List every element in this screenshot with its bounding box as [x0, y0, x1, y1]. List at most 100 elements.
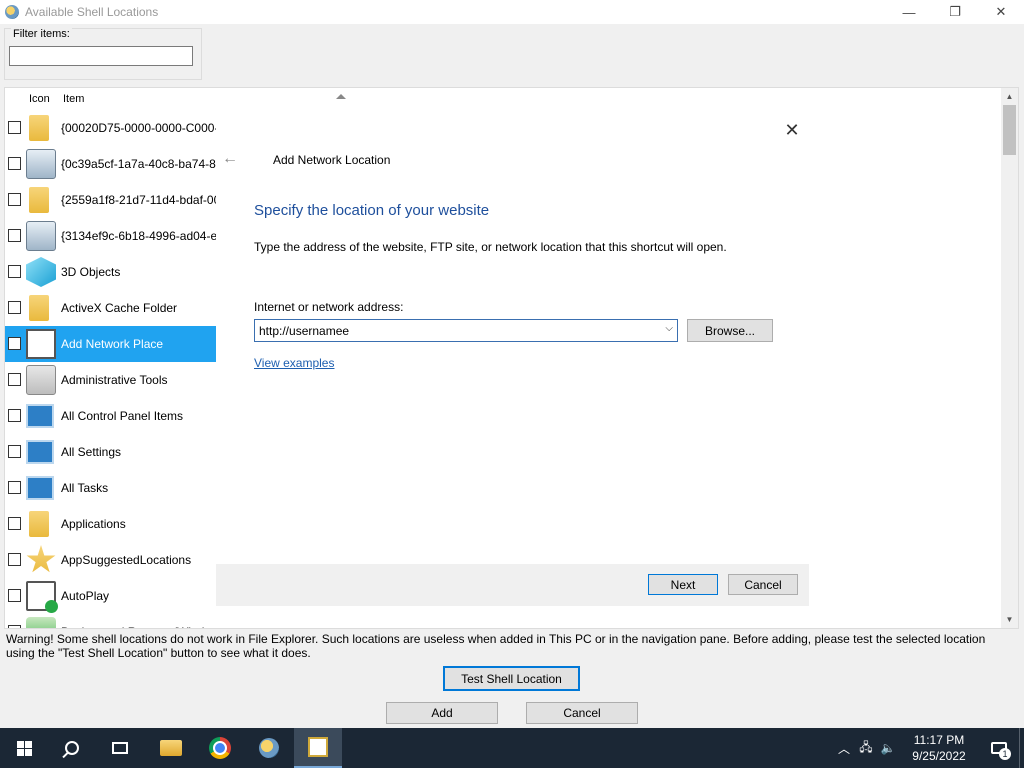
- add-network-location-dialog: ✕ ← Add Network Location Specify the loc…: [216, 108, 809, 606]
- back-arrow-icon[interactable]: ←: [222, 150, 238, 168]
- column-header-item[interactable]: Item: [63, 93, 84, 105]
- title-bar: Available Shell Locations — ❐ ✕: [0, 0, 1024, 24]
- chrome-button[interactable]: [196, 728, 244, 768]
- list-item[interactable]: AutoPlay: [5, 578, 216, 614]
- scroll-down-icon[interactable]: ▼: [1001, 611, 1018, 628]
- column-header-icon[interactable]: Icon: [29, 93, 50, 105]
- list-item-label: All Tasks: [61, 481, 109, 495]
- task-view-icon: [112, 742, 128, 754]
- list-item[interactable]: {2559a1f8-21d7-11d4-bdaf-00c0: [5, 182, 216, 218]
- row-checkbox[interactable]: [8, 445, 21, 458]
- network-place-icon: [26, 329, 56, 359]
- cancel-button[interactable]: Cancel: [526, 702, 638, 724]
- list-item[interactable]: All Control Panel Items: [5, 398, 216, 434]
- list-item-label: Applications: [61, 517, 126, 531]
- vertical-scrollbar[interactable]: ▲ ▼: [1001, 88, 1018, 628]
- clock[interactable]: 11:17 PM 9/25/2022: [899, 732, 979, 764]
- window-controls: — ❐ ✕: [886, 0, 1024, 24]
- dialog-footer: Next Cancel: [216, 564, 809, 606]
- task-view-button[interactable]: [96, 728, 144, 768]
- dialog-cancel-button[interactable]: Cancel: [728, 574, 798, 595]
- dialog-heading: Specify the location of your website: [254, 202, 490, 219]
- computer-icon: [26, 149, 56, 179]
- row-checkbox[interactable]: [8, 337, 21, 350]
- list-item-label: {3134ef9c-6b18-4996-ad04-ed59: [61, 229, 216, 243]
- taskbar: ︿ 🖧 🔈 11:17 PM 9/25/2022 1: [0, 728, 1024, 768]
- window-title: Available Shell Locations: [25, 5, 159, 19]
- list-item-label: Add Network Place: [61, 337, 164, 351]
- row-checkbox[interactable]: [8, 373, 21, 386]
- row-checkbox[interactable]: [8, 589, 21, 602]
- list-item[interactable]: Add Network Place: [5, 326, 216, 362]
- filter-input[interactable]: [9, 46, 193, 66]
- add-button[interactable]: Add: [386, 702, 498, 724]
- list-item-label: {00020D75-0000-0000-C000-000: [61, 121, 216, 135]
- list-item-label: All Settings: [61, 445, 122, 459]
- address-value[interactable]: http://usernamee: [259, 324, 349, 338]
- list-item[interactable]: {3134ef9c-6b18-4996-ad04-ed59: [5, 218, 216, 254]
- minimize-button[interactable]: —: [886, 0, 932, 24]
- dialog-close-icon[interactable]: ✕: [782, 120, 802, 140]
- view-examples-link[interactable]: View examples: [254, 356, 334, 370]
- file-explorer-button[interactable]: [147, 728, 195, 768]
- list-header: Icon Item: [5, 88, 1005, 110]
- start-button[interactable]: [0, 728, 48, 768]
- list-item[interactable]: Administrative Tools: [5, 362, 216, 398]
- close-button[interactable]: ✕: [978, 0, 1024, 24]
- folder-icon: [29, 295, 49, 321]
- chevron-down-icon[interactable]: ⌵: [665, 323, 673, 334]
- row-checkbox[interactable]: [8, 265, 21, 278]
- list-item[interactable]: 3D Objects: [5, 254, 216, 290]
- row-checkbox[interactable]: [8, 301, 21, 314]
- row-checkbox[interactable]: [8, 481, 21, 494]
- list-item-label: {0c39a5cf-1a7a-40c8-ba74-8900: [61, 157, 216, 171]
- start-icon: [16, 740, 32, 756]
- row-checkbox[interactable]: [8, 625, 21, 628]
- folder-icon: [29, 187, 49, 213]
- network-icon[interactable]: 🖧: [855, 728, 877, 768]
- backup-icon: [26, 617, 56, 628]
- volume-icon[interactable]: 🔈: [877, 728, 899, 768]
- row-checkbox[interactable]: [8, 229, 21, 242]
- filter-group: Filter items:: [4, 28, 202, 80]
- next-button[interactable]: Next: [648, 574, 718, 595]
- row-checkbox[interactable]: [8, 157, 21, 170]
- list-item[interactable]: Backup and Restore (Windows 7): [5, 614, 216, 628]
- tools-icon: [26, 365, 56, 395]
- list-item[interactable]: AppSuggestedLocations: [5, 542, 216, 578]
- control-panel-icon: [26, 440, 54, 464]
- row-checkbox[interactable]: [8, 193, 21, 206]
- list-item-label: AutoPlay: [61, 589, 110, 603]
- list-item[interactable]: Applications: [5, 506, 216, 542]
- system-tray: ︿ 🖧 🔈 11:17 PM 9/25/2022 1: [833, 728, 1024, 768]
- row-checkbox[interactable]: [8, 121, 21, 134]
- star-folder-icon: [26, 545, 56, 573]
- shell-app-icon: [259, 738, 279, 758]
- show-desktop-button[interactable]: [1019, 728, 1024, 768]
- row-checkbox[interactable]: [8, 553, 21, 566]
- list-item[interactable]: ActiveX Cache Folder: [5, 290, 216, 326]
- search-button[interactable]: [48, 728, 96, 768]
- action-center-button[interactable]: 1: [979, 728, 1019, 768]
- browse-button[interactable]: Browse...: [687, 319, 773, 342]
- list-item[interactable]: {00020D75-0000-0000-C000-000: [5, 110, 216, 146]
- list-item-label: 3D Objects: [61, 265, 121, 279]
- scroll-thumb[interactable]: [1003, 105, 1016, 155]
- cube-icon: [26, 257, 56, 287]
- maximize-button[interactable]: ❐: [932, 0, 978, 24]
- list-item[interactable]: All Settings: [5, 434, 216, 470]
- chrome-icon: [209, 737, 231, 759]
- list-item[interactable]: All Tasks: [5, 470, 216, 506]
- network-wizard-button[interactable]: [294, 728, 342, 768]
- address-combobox[interactable]: http://usernamee ⌵: [254, 319, 678, 342]
- network-wizard-icon: [308, 737, 328, 757]
- show-hidden-icons-chevron-icon[interactable]: ︿: [833, 728, 855, 768]
- scroll-up-icon[interactable]: ▲: [1001, 88, 1018, 105]
- shell-app-button[interactable]: [245, 728, 293, 768]
- list-item[interactable]: {0c39a5cf-1a7a-40c8-ba74-8900: [5, 146, 216, 182]
- list-item-label: ActiveX Cache Folder: [61, 301, 178, 315]
- search-icon: [65, 741, 79, 755]
- row-checkbox[interactable]: [8, 517, 21, 530]
- test-shell-location-button[interactable]: Test Shell Location: [443, 666, 580, 691]
- row-checkbox[interactable]: [8, 409, 21, 422]
